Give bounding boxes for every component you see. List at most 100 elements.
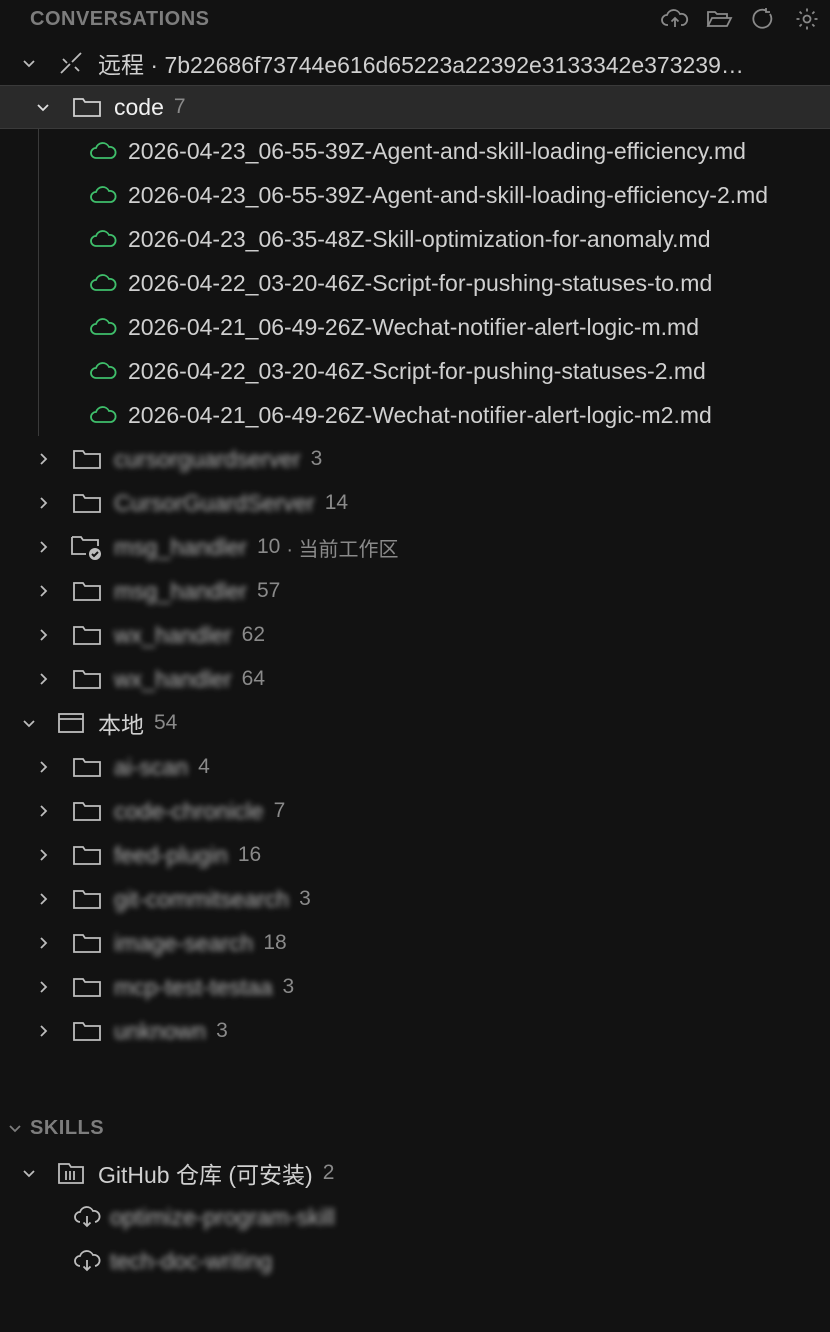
- remote-folder-row[interactable]: msg_handler 57: [0, 569, 830, 613]
- local-count: 54: [154, 711, 178, 734]
- local-workspace-row[interactable]: 本地 54: [0, 701, 830, 745]
- chevron-right-icon: [30, 798, 56, 824]
- folder-icon: [70, 664, 104, 694]
- local-folder-label: code-chronicle: [114, 797, 264, 824]
- chevron-right-icon: [30, 930, 56, 956]
- remote-folder-label: wx_handler: [114, 621, 232, 648]
- skill-item-row[interactable]: optimize-program-skill: [0, 1195, 830, 1239]
- cloud-synced-icon: [86, 268, 120, 298]
- folder-icon: [70, 796, 104, 826]
- chevron-right-icon: [30, 974, 56, 1000]
- code-folder-row[interactable]: code 7: [0, 85, 830, 129]
- folder-icon: [70, 752, 104, 782]
- remote-connection-icon: [54, 48, 88, 78]
- folder-icon: [70, 1016, 104, 1046]
- cloud-synced-icon: [86, 224, 120, 254]
- local-window-icon: [54, 708, 88, 738]
- chevron-right-icon: [30, 886, 56, 912]
- folder-icon: [70, 972, 104, 1002]
- remote-folder-label: msg_handler: [114, 577, 247, 604]
- github-repo-count: 2: [322, 1161, 335, 1184]
- local-folder-row[interactable]: ai-scan 4: [0, 745, 830, 789]
- github-repo-row[interactable]: GitHub 仓库 (可安装) 2: [0, 1151, 830, 1195]
- local-label: 本地: [98, 712, 144, 738]
- remote-folder-label: CursorGuardServer: [114, 489, 315, 516]
- chevron-right-icon: [30, 1018, 56, 1044]
- chevron-down-icon: [16, 1160, 42, 1186]
- chevron-down-icon: [16, 50, 42, 76]
- conversation-file-row[interactable]: 2026-04-21_06-49-26Z-Wechat-notifier-ale…: [0, 305, 830, 349]
- code-folder-count: 7: [173, 95, 186, 118]
- remote-folder-label: cursorguardserver: [114, 445, 301, 472]
- skills-title: SKILLS: [30, 1116, 105, 1139]
- remote-folder-row[interactable]: wx_handler 62: [0, 613, 830, 657]
- local-folder-row[interactable]: image-search 18: [0, 921, 830, 965]
- local-folder-row[interactable]: mcp-test-testaa 3: [0, 965, 830, 1009]
- remote-folder-row[interactable]: msg_handler 10 · 当前工作区: [0, 525, 830, 569]
- chevron-right-icon: [30, 490, 56, 516]
- chevron-right-icon: [30, 842, 56, 868]
- github-repo-label: GitHub 仓库 (可安装): [98, 1162, 313, 1188]
- chevron-right-icon: [30, 446, 56, 472]
- conversation-file-label: 2026-04-22_03-20-46Z-Script-for-pushing-…: [128, 357, 706, 384]
- cloud-synced-icon: [86, 400, 120, 430]
- refresh-icon[interactable]: [748, 4, 778, 34]
- conversation-file-label: 2026-04-22_03-20-46Z-Script-for-pushing-…: [128, 269, 713, 296]
- local-folder-count: 3: [282, 975, 295, 998]
- conversation-file-row[interactable]: 2026-04-23_06-35-48Z-Skill-optimization-…: [0, 217, 830, 261]
- folder-icon: [70, 576, 104, 606]
- remote-workspace-row[interactable]: 远程 · 7b22686f73744e616d65223a22392e31333…: [0, 41, 830, 85]
- cloud-download-icon[interactable]: [70, 1246, 104, 1276]
- remote-folder-row[interactable]: CursorGuardServer 14: [0, 481, 830, 525]
- remote-folder-count: 14: [324, 491, 349, 514]
- skills-section-header[interactable]: SKILLS: [0, 1111, 830, 1145]
- local-folder-label: feed-plugin: [114, 841, 228, 868]
- local-folder-label: ai-scan: [114, 753, 189, 780]
- code-folder-label: code: [114, 93, 164, 120]
- folder-icon: [70, 92, 104, 122]
- conversation-file-row[interactable]: 2026-04-21_06-49-26Z-Wechat-notifier-ale…: [0, 393, 830, 437]
- cloud-synced-icon: [86, 312, 120, 342]
- conversation-file-label: 2026-04-21_06-49-26Z-Wechat-notifier-ale…: [128, 313, 699, 340]
- chevron-right-icon: [30, 666, 56, 692]
- chevron-right-icon: [30, 622, 56, 648]
- local-folder-count: 7: [273, 799, 286, 822]
- folder-icon: [70, 488, 104, 518]
- conversation-file-label: 2026-04-23_06-55-39Z-Agent-and-skill-loa…: [128, 137, 746, 164]
- folder-icon: [70, 620, 104, 650]
- conversation-file-row[interactable]: 2026-04-22_03-20-46Z-Script-for-pushing-…: [0, 261, 830, 305]
- local-folder-row[interactable]: feed-plugin 16: [0, 833, 830, 877]
- cloud-synced-icon: [86, 356, 120, 386]
- conversations-section-header[interactable]: CONVERSATIONS: [0, 2, 830, 36]
- cloud-download-icon[interactable]: [70, 1202, 104, 1232]
- skill-item-label: tech-doc-writing: [110, 1247, 273, 1274]
- remote-folder-count: 57: [256, 579, 281, 602]
- remote-folder-row[interactable]: cursorguardserver 3: [0, 437, 830, 481]
- cloud-synced-icon: [86, 180, 120, 210]
- chevron-down-icon: [16, 710, 42, 736]
- chevron-right-icon: [30, 754, 56, 780]
- conversation-file-label: 2026-04-23_06-35-48Z-Skill-optimization-…: [128, 225, 711, 252]
- conversation-file-row[interactable]: 2026-04-23_06-55-39Z-Agent-and-skill-loa…: [0, 129, 830, 173]
- cloud-synced-icon: [86, 136, 120, 166]
- folder-icon: [70, 444, 104, 474]
- conversation-file-row[interactable]: 2026-04-23_06-55-39Z-Agent-and-skill-loa…: [0, 173, 830, 217]
- settings-gear-icon[interactable]: [792, 4, 822, 34]
- conversations-title: CONVERSATIONS: [30, 7, 210, 30]
- repository-icon: [54, 1158, 88, 1188]
- conversation-file-label: 2026-04-21_06-49-26Z-Wechat-notifier-ale…: [128, 401, 712, 428]
- skill-item-row[interactable]: tech-doc-writing: [0, 1239, 830, 1283]
- local-folder-count: 3: [216, 1019, 228, 1042]
- chevron-right-icon: [30, 534, 56, 560]
- remote-folder-row[interactable]: wx_handler 64: [0, 657, 830, 701]
- conversation-file-row[interactable]: 2026-04-22_03-20-46Z-Script-for-pushing-…: [0, 349, 830, 393]
- folder-open-icon[interactable]: [704, 4, 734, 34]
- local-folder-count: 18: [263, 931, 287, 954]
- local-folder-label: image-search: [114, 929, 254, 956]
- local-folder-row[interactable]: git-commitsearch 3: [0, 877, 830, 921]
- local-folder-count: 16: [237, 843, 262, 866]
- folder-current-icon: [70, 532, 104, 562]
- local-folder-row[interactable]: unknown 3: [0, 1009, 830, 1053]
- local-folder-row[interactable]: code-chronicle 7: [0, 789, 830, 833]
- cloud-upload-icon[interactable]: [660, 4, 690, 34]
